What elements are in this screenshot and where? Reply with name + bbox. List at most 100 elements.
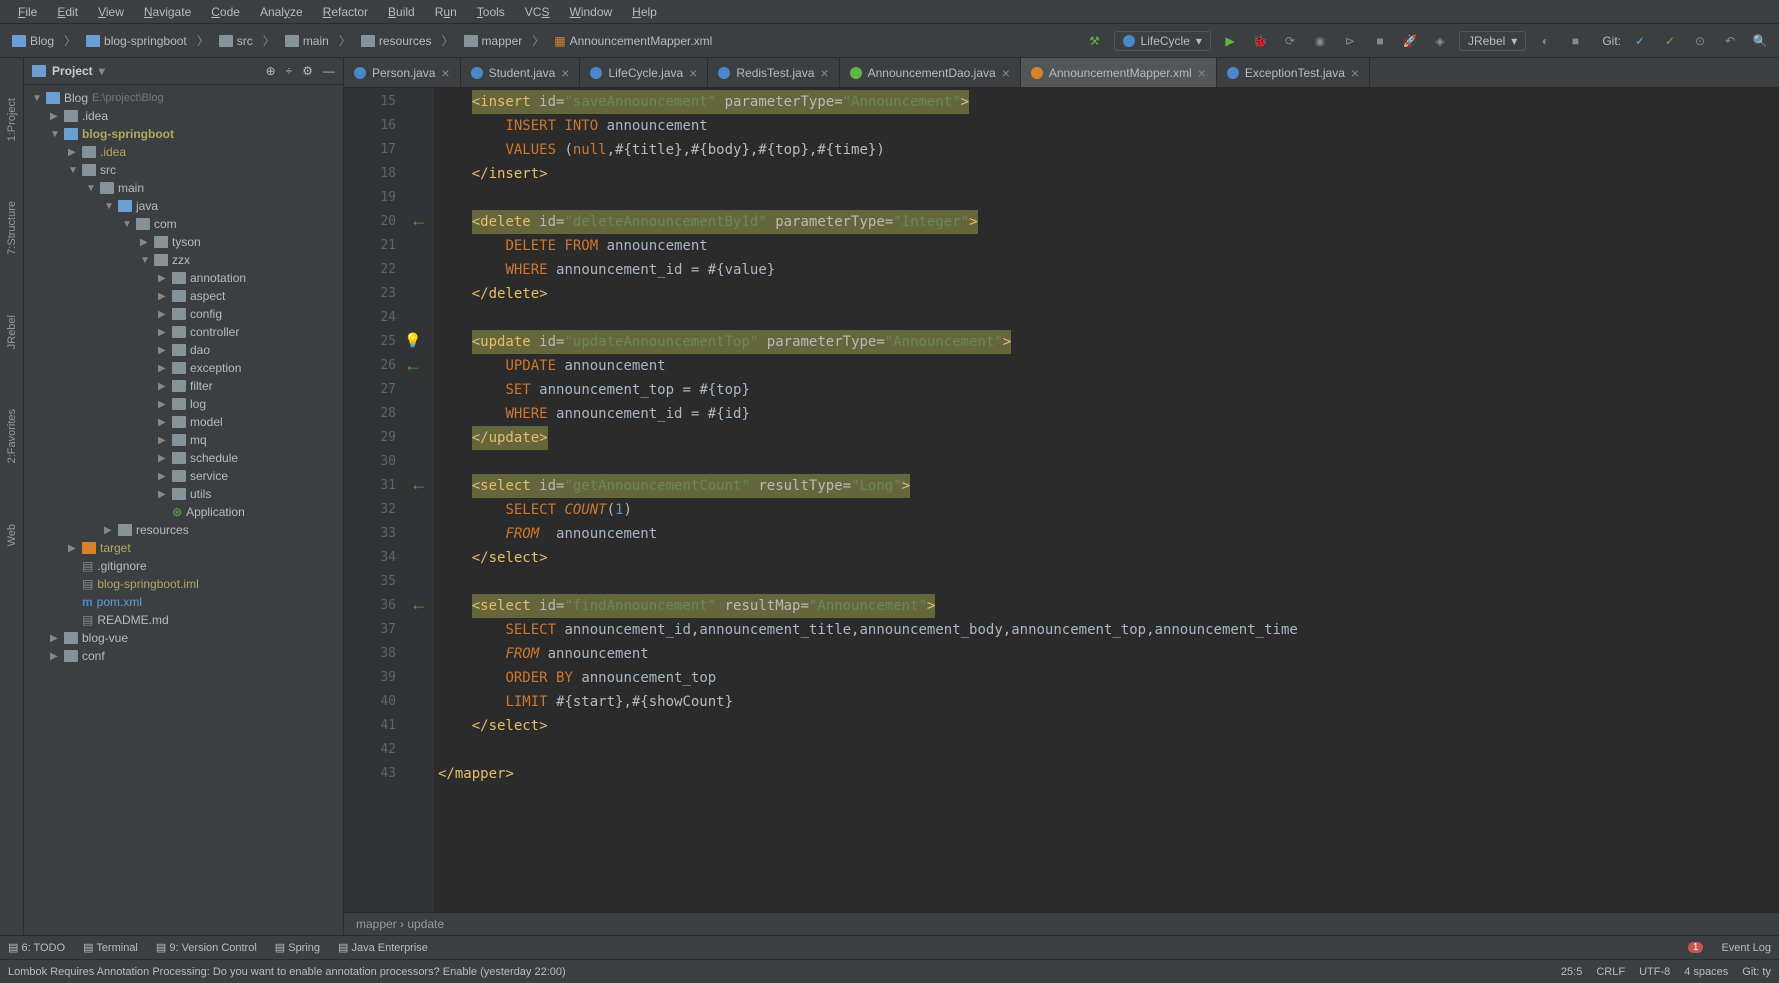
- run-config-select[interactable]: LifeCycle ▾: [1114, 31, 1211, 51]
- editor-tab[interactable]: Person.java×: [344, 58, 461, 87]
- tree-item[interactable]: ▶config: [24, 305, 343, 323]
- editor-tab[interactable]: Student.java×: [461, 58, 581, 87]
- tree-item[interactable]: ▤README.md: [24, 611, 343, 629]
- menu-vcs[interactable]: VCS: [515, 3, 560, 21]
- expand-arrow[interactable]: ▶: [158, 309, 168, 320]
- tree-item[interactable]: ▶exception: [24, 359, 343, 377]
- expand-arrow[interactable]: ▼: [86, 183, 96, 194]
- expand-arrow[interactable]: ▶: [50, 633, 60, 644]
- tree-item[interactable]: ▶log: [24, 395, 343, 413]
- close-icon[interactable]: ×: [561, 65, 569, 81]
- menu-analyze[interactable]: Analyze: [250, 3, 313, 21]
- expand-arrow[interactable]: ▼: [104, 201, 114, 212]
- breadcrumb-item[interactable]: ▦AnnouncementMapper.xml: [550, 32, 716, 50]
- expand-arrow[interactable]: ▶: [158, 417, 168, 428]
- menu-refactor[interactable]: Refactor: [313, 3, 378, 21]
- tree-item[interactable]: ▶conf: [24, 647, 343, 665]
- close-icon[interactable]: ×: [820, 65, 828, 81]
- hide-icon[interactable]: —: [323, 64, 335, 78]
- tree-item[interactable]: ▶filter: [24, 377, 343, 395]
- expand-arrow[interactable]: ▶: [158, 453, 168, 464]
- tree-item[interactable]: ▶target: [24, 539, 343, 557]
- menu-view[interactable]: View: [88, 3, 134, 21]
- breadcrumb-item[interactable]: main: [281, 32, 333, 50]
- git-history-icon[interactable]: ⊙: [1689, 30, 1711, 52]
- project-tree[interactable]: ▼Blog E:\project\Blog▶.idea▼blog-springb…: [24, 85, 343, 935]
- bottom-tab[interactable]: ▤ 9: Version Control: [156, 941, 257, 954]
- tree-item[interactable]: ▶resources: [24, 521, 343, 539]
- tree-item[interactable]: ▶blog-vue: [24, 629, 343, 647]
- stop-icon[interactable]: ■: [1369, 30, 1391, 52]
- rail-structure[interactable]: 7:Structure: [6, 201, 18, 255]
- menu-help[interactable]: Help: [622, 3, 667, 21]
- expand-arrow[interactable]: ▶: [104, 525, 114, 536]
- tree-item[interactable]: ▶schedule: [24, 449, 343, 467]
- breadcrumb-item[interactable]: resources: [357, 32, 436, 50]
- expand-arrow[interactable]: ▶: [158, 327, 168, 338]
- close-icon[interactable]: ×: [1351, 65, 1359, 81]
- breadcrumb-item[interactable]: Blog: [8, 32, 58, 50]
- coverage-icon[interactable]: ⟳: [1279, 30, 1301, 52]
- git-revert-icon[interactable]: ↶: [1719, 30, 1741, 52]
- search-icon[interactable]: 🔍: [1749, 30, 1771, 52]
- expand-arrow[interactable]: ▶: [158, 273, 168, 284]
- misc-icon[interactable]: ◐: [1534, 30, 1556, 52]
- line-separator[interactable]: CRLF: [1596, 966, 1625, 978]
- indent[interactable]: 4 spaces: [1684, 966, 1728, 978]
- git-branch[interactable]: Git: ty: [1742, 966, 1771, 978]
- tree-item[interactable]: mpom.xml: [24, 593, 343, 611]
- status-message[interactable]: Lombok Requires Annotation Processing: D…: [8, 966, 566, 978]
- close-icon[interactable]: ×: [441, 65, 449, 81]
- rail-favorites[interactable]: 2:Favorites: [6, 409, 18, 463]
- tree-item[interactable]: ▶utils: [24, 485, 343, 503]
- profile-icon[interactable]: ◉: [1309, 30, 1331, 52]
- tree-item[interactable]: ▶controller: [24, 323, 343, 341]
- editor-breadcrumbs[interactable]: mapper › update: [344, 912, 1779, 935]
- expand-arrow[interactable]: ▶: [158, 435, 168, 446]
- expand-arrow[interactable]: ▶: [158, 399, 168, 410]
- menu-tools[interactable]: Tools: [467, 3, 515, 21]
- rail-project[interactable]: 1:Project: [6, 98, 18, 141]
- menu-window[interactable]: Window: [559, 3, 622, 21]
- close-icon[interactable]: ×: [1002, 65, 1010, 81]
- menu-file[interactable]: File: [8, 3, 47, 21]
- tree-item[interactable]: ▶aspect: [24, 287, 343, 305]
- tree-item[interactable]: ▼zzx: [24, 251, 343, 269]
- expand-arrow[interactable]: ▼: [32, 93, 42, 104]
- editor-tab[interactable]: RedisTest.java×: [708, 58, 839, 87]
- expand-arrow[interactable]: ▶: [50, 651, 60, 662]
- hammer-icon[interactable]: ⚒: [1084, 30, 1106, 52]
- tree-item[interactable]: ▼src: [24, 161, 343, 179]
- code-editor[interactable]: <insert id="saveAnnouncement" parameterT…: [434, 88, 1779, 912]
- expand-arrow[interactable]: ▶: [68, 147, 78, 158]
- breadcrumb-item[interactable]: blog-springboot: [82, 32, 191, 50]
- tree-item[interactable]: ▶.idea: [24, 143, 343, 161]
- expand-arrow[interactable]: ▶: [68, 543, 78, 554]
- tree-item[interactable]: ▶dao: [24, 341, 343, 359]
- breadcrumb-item[interactable]: src: [215, 32, 257, 50]
- expand-arrow[interactable]: ▼: [122, 219, 132, 230]
- rocket-icon[interactable]: 🚀: [1399, 30, 1421, 52]
- close-icon[interactable]: ×: [689, 65, 697, 81]
- rail-jrebel[interactable]: JRebel: [6, 315, 18, 349]
- bottom-tab[interactable]: ▤ 6: TODO: [8, 941, 65, 954]
- expand-arrow[interactable]: ▶: [158, 471, 168, 482]
- expand-arrow[interactable]: ▶: [158, 363, 168, 374]
- jrebel-select[interactable]: JRebel ▾: [1459, 31, 1526, 51]
- expand-arrow[interactable]: ▼: [50, 129, 60, 140]
- git-update-icon[interactable]: ✓: [1629, 30, 1651, 52]
- close-icon[interactable]: ×: [1198, 65, 1206, 81]
- editor-tab[interactable]: AnnouncementMapper.xml×: [1021, 58, 1217, 87]
- breadcrumb-item[interactable]: mapper: [460, 32, 527, 50]
- tree-item[interactable]: ▶mq: [24, 431, 343, 449]
- expand-arrow[interactable]: ▶: [158, 291, 168, 302]
- stop2-icon[interactable]: ■: [1564, 30, 1586, 52]
- debug-icon[interactable]: 🐞: [1249, 30, 1271, 52]
- tree-item[interactable]: ▶.idea: [24, 107, 343, 125]
- tree-item[interactable]: ▶service: [24, 467, 343, 485]
- menu-edit[interactable]: Edit: [47, 3, 88, 21]
- editor-tab[interactable]: AnnouncementDao.java×: [840, 58, 1021, 87]
- menu-build[interactable]: Build: [378, 3, 425, 21]
- expand-arrow[interactable]: ▶: [158, 381, 168, 392]
- target-icon[interactable]: ◈: [1429, 30, 1451, 52]
